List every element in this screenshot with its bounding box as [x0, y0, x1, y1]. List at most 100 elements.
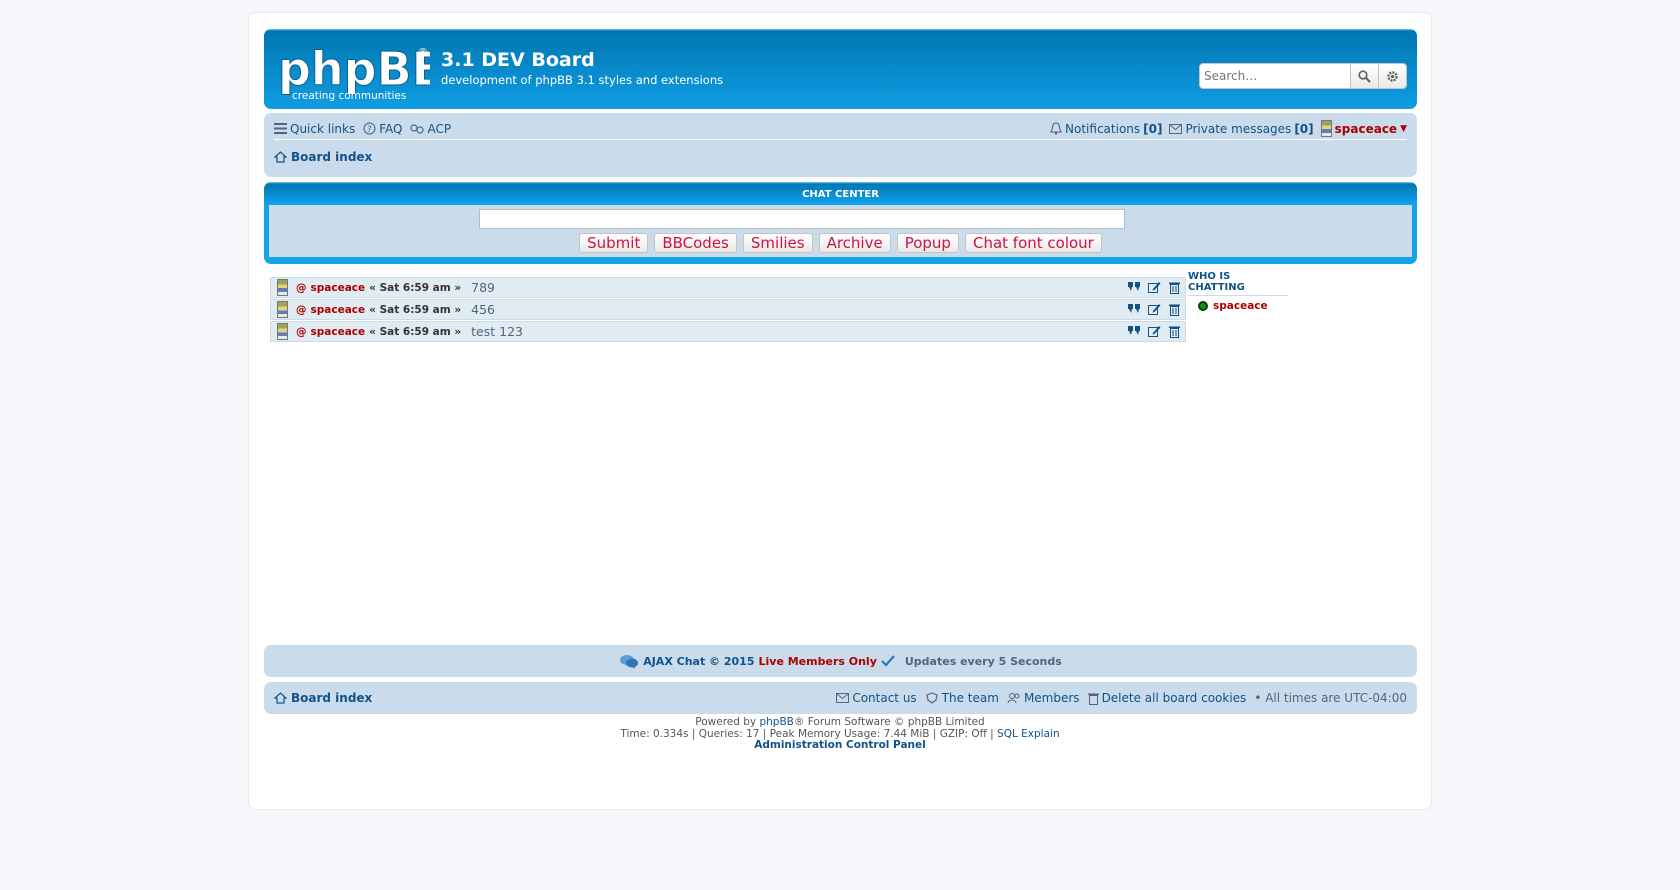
envelope-icon: [836, 693, 850, 703]
shield-icon: [925, 692, 938, 704]
message-text: 789: [471, 280, 495, 295]
mention-at[interactable]: @: [296, 326, 307, 338]
edit-icon[interactable]: [1147, 280, 1161, 294]
message-username[interactable]: spaceace: [311, 282, 366, 294]
members-label: Members: [1023, 691, 1080, 705]
chat-title: CHAT CENTER: [802, 189, 879, 200]
advanced-search-button[interactable]: [1378, 64, 1406, 88]
bell-icon: [1050, 122, 1062, 135]
message-time: « Sat 6:59 am »: [369, 325, 462, 338]
chat-font-colour-button[interactable]: Chat font colour: [964, 233, 1102, 253]
cogs-icon: [410, 123, 425, 134]
delete-cookies-link[interactable]: Delete all board cookies: [1087, 691, 1247, 705]
acp-link[interactable]: ACP: [410, 122, 451, 136]
online-user[interactable]: spaceace: [1198, 300, 1288, 312]
delete-icon[interactable]: [1167, 280, 1181, 294]
delete-cookies-label: Delete all board cookies: [1101, 691, 1247, 705]
avatar: [1320, 120, 1332, 137]
powered-by-prefix: Powered by: [695, 716, 757, 728]
quote-icon[interactable]: [1127, 280, 1141, 294]
submit-button[interactable]: Submit: [579, 233, 649, 253]
live-members-only: Live Members Only: [758, 654, 877, 668]
dropdown-arrow-icon: ▼: [1400, 123, 1407, 134]
message-actions: [1127, 324, 1181, 338]
notifications-count: [0]: [1143, 121, 1163, 136]
private-messages-count: [0]: [1294, 121, 1314, 136]
private-messages-label: Private messages: [1185, 121, 1292, 136]
popup-button[interactable]: Popup: [896, 233, 959, 253]
nav-main-row: Quick links ? FAQ ACP Notifications [0] …: [274, 120, 1407, 140]
gear-icon: [1387, 70, 1398, 82]
message-username[interactable]: spaceace: [311, 326, 366, 338]
edit-icon[interactable]: [1147, 324, 1161, 338]
board-index-link[interactable]: Board index: [291, 150, 372, 164]
search-input[interactable]: [1200, 64, 1350, 88]
mention-at[interactable]: @: [296, 282, 307, 294]
chat-status-bar: AJAX Chat © 2015 Live Members Only Updat…: [264, 645, 1417, 677]
hamburger-icon: [274, 123, 287, 134]
quote-icon[interactable]: [1127, 302, 1141, 316]
members-link[interactable]: Members: [1007, 691, 1080, 705]
edit-icon[interactable]: [1147, 302, 1161, 316]
footer-breadcrumb[interactable]: Board index: [274, 691, 372, 705]
contact-us-link[interactable]: Contact us: [836, 691, 917, 705]
page-wrapper: phpBB creating communities ® 3.1 DEV Boa…: [248, 12, 1432, 810]
update-interval: Updates every 5 Seconds: [904, 654, 1062, 668]
faq-link[interactable]: ? FAQ: [363, 122, 402, 136]
svg-text:?: ?: [367, 125, 372, 135]
debug-info: Time: 0.334s | Queries: 17 | Peak Memory…: [620, 727, 994, 740]
chat-message: @ spaceace « Sat 6:59 am » test 123: [270, 321, 1186, 342]
envelope-icon: [1169, 123, 1183, 134]
contact-us-label: Contact us: [852, 691, 917, 705]
sql-explain-link[interactable]: SQL Explain: [997, 728, 1060, 740]
search-button[interactable]: [1350, 64, 1378, 88]
footer-board-index-link: Board index: [291, 691, 373, 705]
chat-message: @ spaceace « Sat 6:59 am » 456: [270, 299, 1186, 320]
phpbb-link[interactable]: phpBB: [759, 716, 793, 728]
private-messages-link[interactable]: Private messages [0]: [1169, 121, 1314, 136]
home-icon: [274, 692, 287, 704]
faq-label: FAQ: [379, 121, 403, 136]
chat-message: @ spaceace « Sat 6:59 am » 789: [270, 277, 1186, 298]
who-is-chatting-title: WHO IS CHATTING: [1188, 271, 1288, 296]
archive-button[interactable]: Archive: [818, 233, 891, 253]
message-username[interactable]: spaceace: [311, 304, 366, 316]
message-text: test 123: [471, 324, 523, 339]
svg-text:®: ®: [418, 47, 428, 58]
logo-text: phpBB: [278, 42, 430, 96]
quick-links-menu[interactable]: Quick links: [274, 122, 355, 136]
checkmark-icon: [881, 655, 895, 667]
the-team-link[interactable]: The team: [925, 691, 999, 705]
avatar: [277, 301, 288, 318]
acp-footer-link[interactable]: Administration Control Panel: [754, 739, 926, 751]
bbcodes-button[interactable]: BBCodes: [654, 233, 737, 253]
quick-links-label: Quick links: [290, 121, 356, 136]
avatar: [277, 323, 288, 340]
chat-button-row: Submit BBCodes Smilies Archive Popup Cha…: [269, 233, 1412, 253]
chat-bubbles-icon: [620, 655, 639, 669]
smilies-button[interactable]: Smilies: [742, 233, 813, 253]
copyright-block: Powered by phpBB® Forum Software © phpBB…: [249, 716, 1431, 752]
header-bar: phpBB creating communities ® 3.1 DEV Boa…: [264, 29, 1417, 109]
chat-messages: @ spaceace « Sat 6:59 am » 789 @ spaceac…: [270, 277, 1186, 343]
username-link: spaceace: [1334, 121, 1398, 136]
mention-at[interactable]: @: [296, 304, 307, 316]
delete-icon[interactable]: [1167, 324, 1181, 338]
search-icon: [1358, 69, 1371, 83]
message-actions: [1127, 280, 1181, 294]
phpbb-logo[interactable]: phpBB creating communities ®: [278, 41, 430, 103]
message-time: « Sat 6:59 am »: [369, 303, 462, 316]
notifications-link[interactable]: Notifications [0]: [1050, 122, 1162, 136]
user-menu[interactable]: spaceace ▼: [1320, 120, 1407, 137]
online-username: spaceace: [1213, 300, 1268, 312]
chat-message-input[interactable]: [479, 209, 1125, 229]
trash-icon: [1087, 693, 1099, 705]
quote-icon[interactable]: [1127, 324, 1141, 338]
delete-icon[interactable]: [1167, 302, 1181, 316]
question-icon: ?: [363, 122, 376, 135]
ajax-chat-copyright[interactable]: AJAX Chat © 2015: [643, 655, 754, 668]
search-box: [1199, 63, 1407, 89]
site-title[interactable]: 3.1 DEV Board: [441, 49, 595, 71]
chat-panel: CHAT CENTER Submit BBCodes Smilies Archi…: [264, 182, 1417, 264]
message-time: « Sat 6:59 am »: [369, 281, 462, 294]
